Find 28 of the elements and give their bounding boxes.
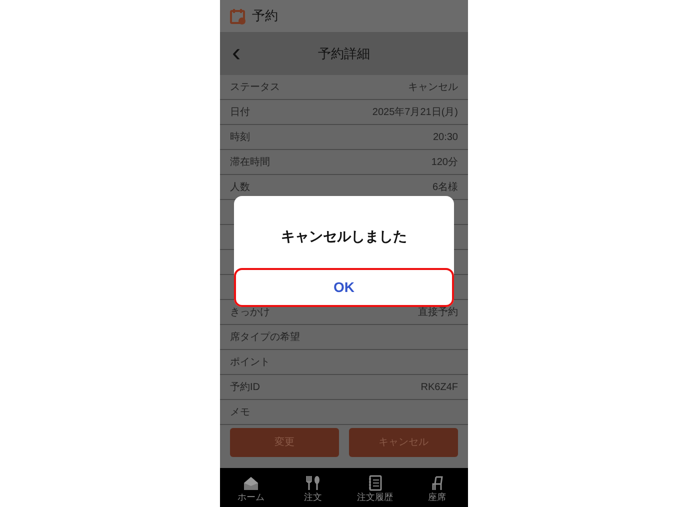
dialog-message: キャンセルしました <box>281 227 407 246</box>
row-label: 時刻 <box>230 133 250 143</box>
calendar-clock-icon <box>230 8 246 24</box>
fork-knife-icon <box>304 474 322 492</box>
row-label: きっかけ <box>230 308 270 318</box>
row-value: キャンセル <box>408 83 458 93</box>
app-title: 予約 <box>252 7 278 26</box>
row-value: 120分 <box>431 158 458 168</box>
tab-item[interactable]: 注文履歴 <box>344 468 406 507</box>
row-label: 日付 <box>230 108 250 118</box>
row-value: 6名様 <box>432 183 458 193</box>
row-label: 予約ID <box>230 383 260 393</box>
row-label: ポイント <box>230 358 270 368</box>
page-title: 予約詳細 <box>318 44 370 63</box>
tab-item[interactable]: ホーム <box>220 468 282 507</box>
row-label: 人数 <box>230 183 250 193</box>
notebook-icon <box>366 474 384 492</box>
row-value: 2025年7月21日(月) <box>372 108 458 118</box>
row-value: 直接予約 <box>418 308 458 318</box>
row-value: 20:30 <box>432 133 458 143</box>
row-value: RK6Z4F <box>420 383 458 393</box>
row-label: 滞在時間 <box>230 158 270 168</box>
row-label: メモ <box>230 408 250 418</box>
tab-item[interactable]: 座席 <box>406 468 468 507</box>
ok-button[interactable]: OK <box>234 268 454 307</box>
row-label: 席タイプの希望 <box>230 333 300 343</box>
row-label: ステータス <box>230 83 280 93</box>
tab-item[interactable]: 注文 <box>282 468 344 507</box>
